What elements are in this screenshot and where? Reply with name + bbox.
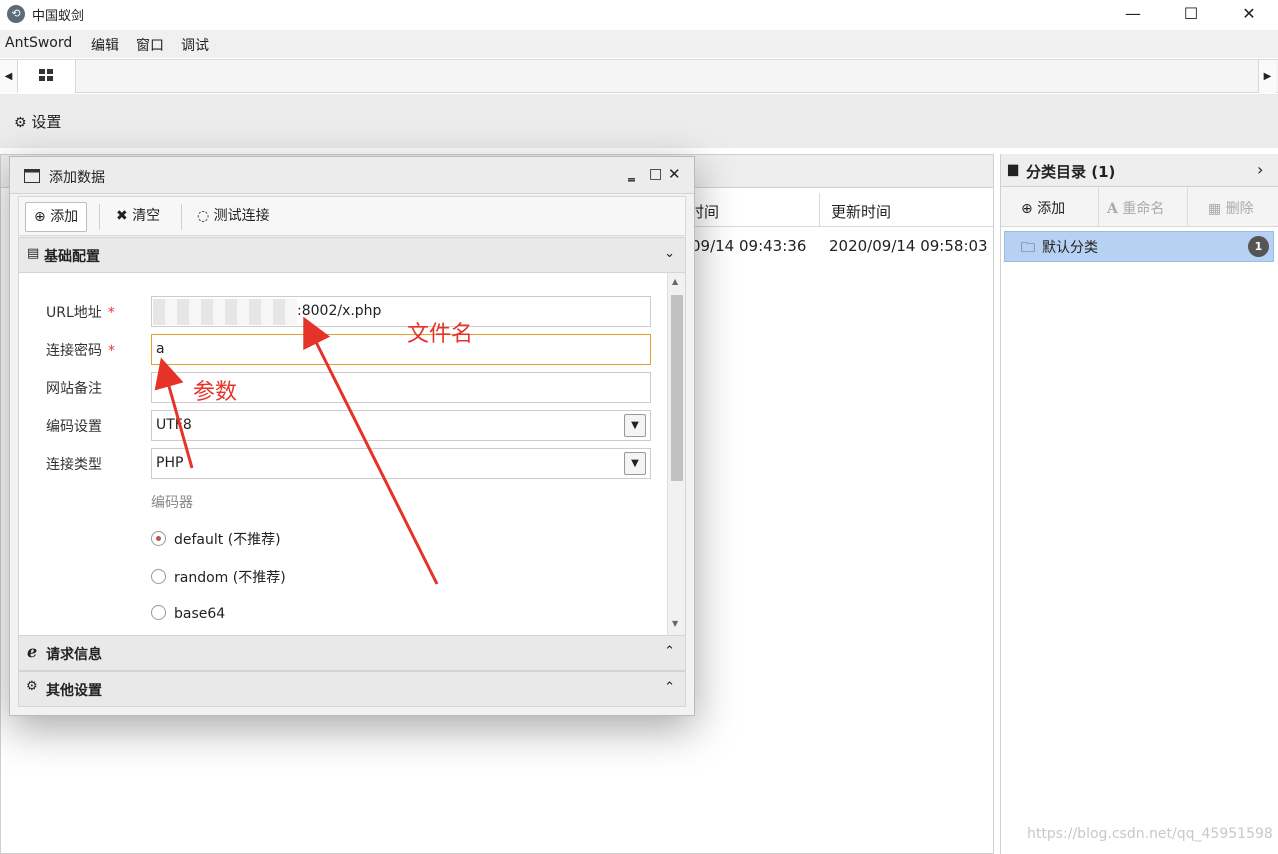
annotation-arrows bbox=[154, 316, 439, 585]
annotation-filename: 文件名 bbox=[407, 322, 474, 347]
filename-arrow bbox=[303, 316, 439, 585]
param-arrow bbox=[154, 357, 194, 469]
annotation-param: 参数 bbox=[193, 380, 238, 405]
watermark: https://blog.csdn.net/qq_45951598 bbox=[1027, 826, 1273, 842]
